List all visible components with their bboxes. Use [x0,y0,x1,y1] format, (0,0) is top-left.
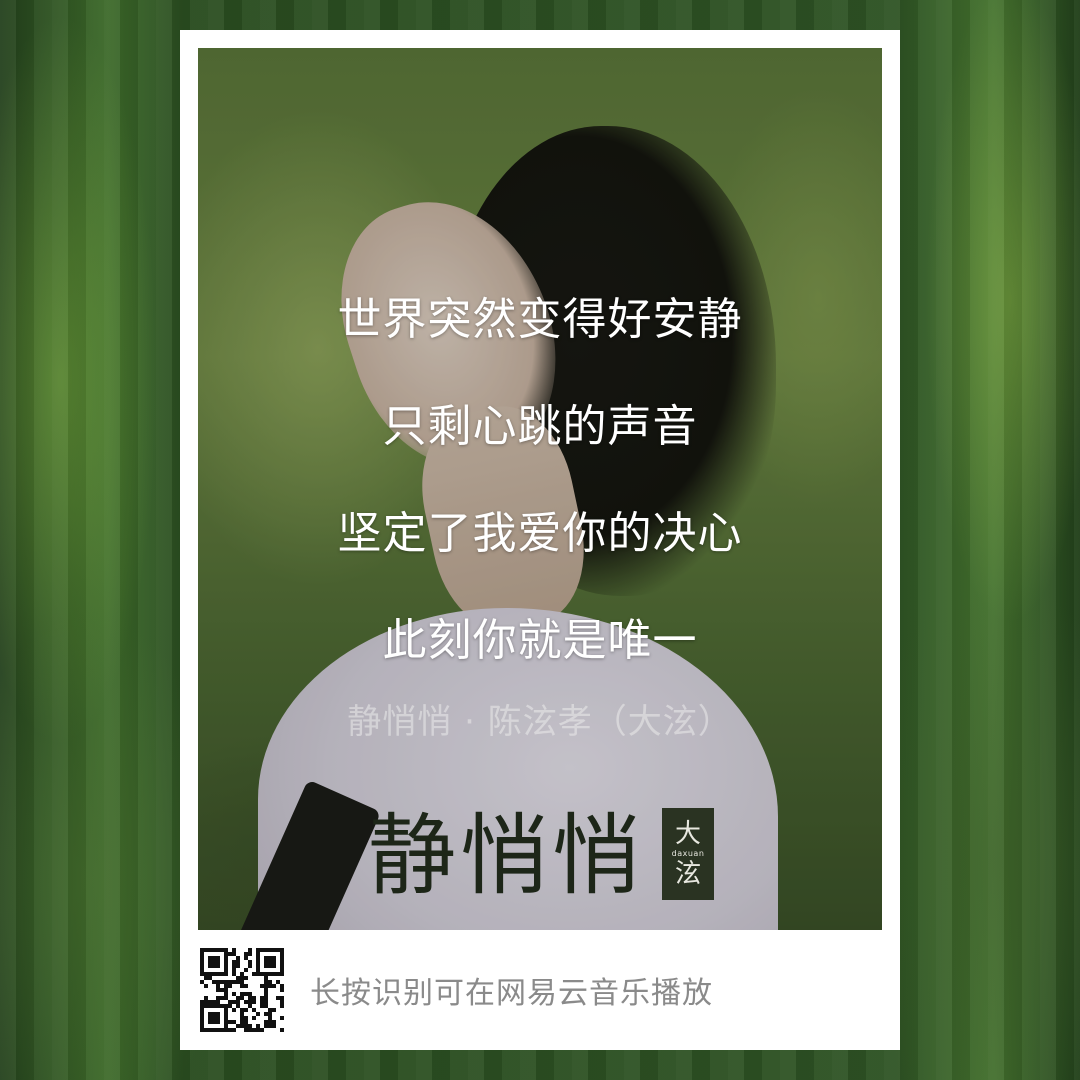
album-title: 静悄悄 [368,804,645,907]
lyric-line: 坚定了我爱你的决心 [337,508,743,559]
cover-photo: 世界突然变得好安静 只剩心跳的声音 坚定了我爱你的决心 此刻你就是唯一 静悄悄 … [198,48,882,930]
seal-char-bottom: 泫 [675,859,702,889]
lyric-line: 只剩心跳的声音 [382,401,698,452]
seal-romanization: daxuan [671,849,705,858]
qr-code-icon[interactable] [200,948,284,1032]
scan-hint: 长按识别可在网易云音乐播放 [310,976,713,1011]
share-card: 世界突然变得好安静 只剩心跳的声音 坚定了我爱你的决心 此刻你就是唯一 静悄悄 … [180,30,900,1050]
seal-char-top: 大 [675,819,702,849]
artist-seal: 大 daxuan 泫 [662,808,715,900]
album-logo: 静悄悄 大 daxuan 泫 [368,804,715,907]
lyrics-block: 世界突然变得好安静 只剩心跳的声音 坚定了我爱你的决心 此刻你就是唯一 [198,266,882,694]
lyric-line: 此刻你就是唯一 [382,615,698,666]
song-credit: 静悄悄 · 陈泫孝（大泫） [347,702,733,742]
lyric-line: 世界突然变得好安静 [337,294,743,345]
card-footer: 长按识别可在网易云音乐播放 [198,930,882,1050]
